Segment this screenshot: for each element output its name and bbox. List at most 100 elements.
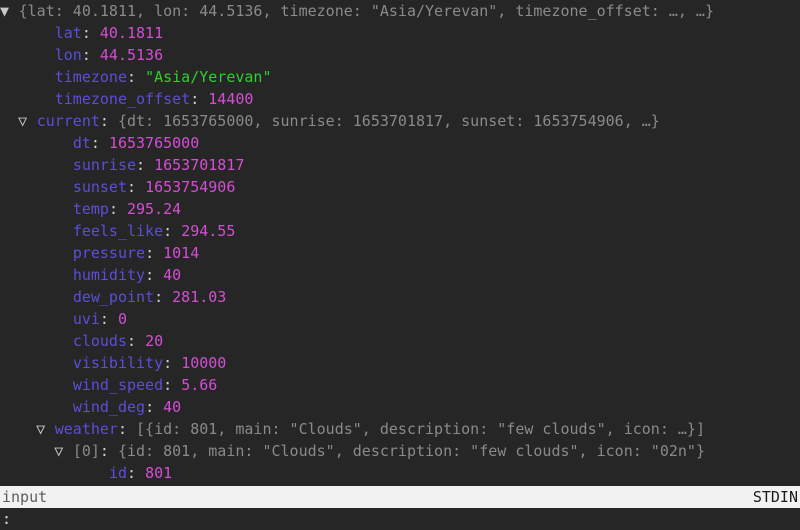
row-gutter-spacer [36, 66, 46, 88]
json-value: 40.1811 [99, 24, 164, 42]
expand-triangle-hollow-icon[interactable]: ▽ [36, 418, 46, 440]
gutter-space [64, 200, 73, 218]
json-colon: : [145, 266, 164, 284]
json-row[interactable]: visibility: 10000 [0, 352, 800, 374]
json-key: timezone_offset [54, 90, 191, 108]
json-key: current [36, 112, 100, 130]
json-key: id [108, 464, 127, 482]
row-gutter-spacer [90, 462, 100, 484]
json-row[interactable]: lat: 40.1811 [0, 22, 800, 44]
row-gutter-spacer [54, 330, 64, 352]
gutter-space [64, 332, 73, 350]
gutter-space [64, 178, 73, 196]
command-prompt[interactable]: : [0, 508, 800, 530]
json-colon: : [127, 464, 146, 482]
json-row[interactable]: feels_like: 294.55 [0, 220, 800, 242]
gutter-space [46, 420, 55, 438]
json-row[interactable]: sunset: 1653754906 [0, 176, 800, 198]
row-gutter-spacer [54, 220, 64, 242]
json-key: weather [54, 420, 118, 438]
json-collapsed-preview: {id: 801, main: "Clouds", description: "… [117, 442, 705, 460]
json-row[interactable]: wind_deg: 40 [0, 396, 800, 418]
row-gutter-spacer [54, 396, 64, 418]
row-gutter-spacer [54, 198, 64, 220]
json-row[interactable]: uvi: 0 [0, 308, 800, 330]
json-row[interactable]: ▽ weather: [{id: 801, main: "Clouds", de… [0, 418, 800, 440]
json-row[interactable]: clouds: 20 [0, 330, 800, 352]
row-indent [0, 110, 18, 132]
gutter-space [64, 244, 73, 262]
json-colon: : [145, 244, 164, 262]
gutter-space [64, 156, 73, 174]
row-gutter-spacer [54, 154, 64, 176]
json-collapsed-preview: [{id: 801, main: "Clouds", description: … [136, 420, 705, 438]
gutter-space [46, 24, 55, 42]
row-indent [0, 352, 54, 374]
json-value: "Asia/Yerevan" [145, 68, 272, 86]
row-indent [0, 308, 54, 330]
json-colon: : [117, 420, 137, 438]
json-row[interactable]: sunrise: 1653701817 [0, 154, 800, 176]
row-indent [0, 66, 36, 88]
json-row[interactable]: ▽ [0]: {id: 801, main: "Clouds", descrip… [0, 440, 800, 462]
gutter-space [46, 90, 55, 108]
json-key: pressure [72, 244, 146, 262]
row-gutter-spacer [54, 352, 64, 374]
json-colon: : [99, 442, 118, 460]
json-value: 14400 [208, 90, 254, 108]
json-value: 10000 [181, 354, 227, 372]
json-colon: : [163, 376, 182, 394]
json-colon: : [90, 134, 109, 152]
json-colon: : [127, 332, 146, 350]
json-value: 1014 [163, 244, 200, 262]
json-row[interactable]: timezone_offset: 14400 [0, 88, 800, 110]
json-key: lon [54, 46, 82, 64]
json-colon: : [190, 90, 209, 108]
row-indent [0, 242, 54, 264]
row-indent [0, 22, 36, 44]
json-row[interactable]: ▼ {lat: 40.1811, lon: 44.5136, timezone:… [0, 0, 800, 22]
row-gutter-spacer [54, 374, 64, 396]
gutter-space [100, 464, 109, 482]
gutter-space [28, 112, 37, 130]
json-key: uvi [72, 310, 100, 328]
expand-triangle-filled-icon[interactable]: ▼ [0, 0, 10, 22]
json-key: lat [54, 24, 82, 42]
gutter-space [64, 222, 73, 240]
json-row[interactable]: dt: 1653765000 [0, 132, 800, 154]
json-collapsed-preview: {dt: 1653765000, sunrise: 1653701817, su… [117, 112, 660, 130]
json-key: dew_point [72, 288, 155, 306]
row-indent [0, 154, 54, 176]
row-gutter-spacer [54, 242, 64, 264]
json-row[interactable]: dew_point: 281.03 [0, 286, 800, 308]
row-indent [0, 286, 54, 308]
gutter-space [46, 68, 55, 86]
row-indent [0, 220, 54, 242]
row-gutter-spacer [54, 132, 64, 154]
row-indent [0, 418, 36, 440]
expand-triangle-hollow-icon[interactable]: ▽ [54, 440, 64, 462]
expand-triangle-hollow-icon[interactable]: ▽ [18, 110, 28, 132]
json-row[interactable]: lon: 44.5136 [0, 44, 800, 66]
json-key: sunrise [72, 156, 137, 174]
gutter-space [64, 442, 73, 460]
gutter-space [46, 46, 55, 64]
json-collapsed-preview: {lat: 40.1811, lon: 44.5136, timezone: "… [18, 2, 714, 20]
json-key: temp [72, 200, 109, 218]
fx-json-viewer-window: ▼ {lat: 40.1811, lon: 44.5136, timezone:… [0, 0, 800, 530]
json-key: visibility [72, 354, 164, 372]
json-value: 44.5136 [99, 46, 164, 64]
json-row[interactable]: temp: 295.24 [0, 198, 800, 220]
json-row[interactable]: humidity: 40 [0, 264, 800, 286]
json-row[interactable]: ▽ current: {dt: 1653765000, sunrise: 165… [0, 110, 800, 132]
row-gutter-spacer [54, 308, 64, 330]
json-row[interactable]: pressure: 1014 [0, 242, 800, 264]
json-value: 1653765000 [108, 134, 200, 152]
json-row[interactable]: timezone: "Asia/Yerevan" [0, 66, 800, 88]
status-source-label: STDIN [752, 488, 798, 506]
json-row[interactable]: wind_speed: 5.66 [0, 374, 800, 396]
json-tree-pane[interactable]: ▼ {lat: 40.1811, lon: 44.5136, timezone:… [0, 0, 800, 486]
json-row[interactable]: id: 801 [0, 462, 800, 484]
json-colon: : [145, 398, 164, 416]
gutter-space [64, 288, 73, 306]
